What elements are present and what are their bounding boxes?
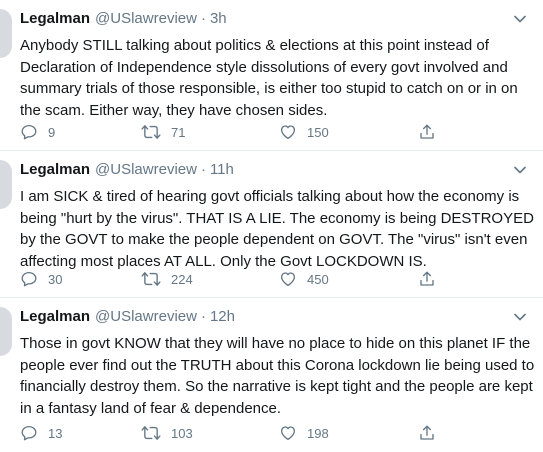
author-name[interactable]: Legalman — [20, 308, 90, 325]
heart-icon — [280, 125, 296, 140]
retweet-icon — [141, 125, 161, 139]
separator-dot: · — [200, 308, 206, 325]
tweet-timestamp[interactable]: 11h — [210, 161, 234, 178]
retweet-count: 103 — [171, 425, 193, 441]
retweet-count: 71 — [171, 124, 186, 140]
tweet-text: I am SICK & tired of hearing govt offici… — [20, 188, 534, 270]
like-count: 198 — [307, 425, 329, 441]
author-name[interactable]: Legalman — [20, 10, 90, 27]
tweet-actions: 13 103 198 — [20, 423, 440, 443]
like-count: 150 — [307, 124, 329, 140]
tweet-timestamp[interactable]: 12h — [210, 308, 235, 325]
tweet-menu-button[interactable] — [511, 310, 529, 324]
tweet[interactable]: Legalman @USlawreview · 11h I am SICK & … — [0, 151, 543, 298]
retweet-button[interactable]: 103 — [141, 424, 193, 442]
tweet-content: Legalman @USlawreview · 3h Anybody STILL… — [20, 10, 531, 121]
author-handle[interactable]: @USlawreview — [95, 10, 197, 27]
tweet-header: Legalman @USlawreview · 11h — [20, 161, 531, 183]
share-button[interactable] — [418, 270, 436, 288]
share-button[interactable] — [418, 424, 436, 442]
share-icon — [420, 124, 434, 139]
tweet[interactable]: Legalman @USlawreview · 3h Anybody STILL… — [0, 0, 543, 151]
avatar[interactable] — [0, 307, 12, 356]
reply-icon — [21, 425, 37, 441]
tweet-text: Anybody STILL talking about politics & e… — [20, 37, 518, 119]
tweet-actions: 30 224 450 — [20, 269, 440, 289]
like-button[interactable]: 198 — [279, 424, 329, 442]
retweet-button[interactable]: 224 — [141, 270, 193, 288]
heart-icon — [280, 426, 296, 441]
retweet-count: 224 — [171, 271, 193, 287]
tweet-header: Legalman @USlawreview · 12h — [20, 308, 531, 330]
timeline-feed: Legalman @USlawreview · 3h Anybody STILL… — [0, 0, 543, 452]
retweet-icon — [141, 272, 161, 286]
tweet[interactable]: Legalman @USlawreview · 12h Those in gov… — [0, 298, 543, 452]
tweet-text: Those in govt KNOW that they will have n… — [20, 335, 535, 417]
reply-button[interactable]: 9 — [20, 123, 55, 141]
share-button[interactable] — [418, 123, 436, 141]
retweet-button[interactable]: 71 — [141, 123, 185, 141]
chevron-down-icon — [514, 166, 526, 174]
author-name[interactable]: Legalman — [20, 161, 90, 178]
like-count: 450 — [307, 271, 329, 287]
tweet-header: Legalman @USlawreview · 3h — [20, 10, 531, 32]
author-handle[interactable]: @USlawreview — [95, 161, 197, 178]
reply-count: 9 — [48, 124, 56, 140]
tweet-actions: 9 71 150 — [20, 122, 440, 142]
reply-count: 30 — [48, 271, 63, 287]
tweet-timestamp[interactable]: 3h — [210, 10, 227, 27]
author-handle[interactable]: @USlawreview — [95, 308, 197, 325]
chevron-down-icon — [514, 313, 526, 321]
reply-button[interactable]: 13 — [20, 424, 62, 442]
share-icon — [420, 271, 434, 286]
reply-icon — [21, 124, 37, 140]
avatar[interactable] — [0, 160, 12, 209]
reply-button[interactable]: 30 — [20, 270, 62, 288]
tweet-content: Legalman @USlawreview · 11h I am SICK & … — [20, 161, 534, 272]
separator-dot: · — [200, 10, 206, 27]
chevron-down-icon — [514, 15, 526, 23]
share-icon — [420, 425, 434, 440]
tweet-menu-button[interactable] — [511, 163, 529, 177]
tweet-menu-button[interactable] — [511, 12, 529, 26]
retweet-icon — [141, 426, 161, 440]
reply-count: 13 — [48, 425, 63, 441]
heart-icon — [280, 272, 296, 287]
avatar[interactable] — [0, 9, 12, 58]
tweet-content: Legalman @USlawreview · 12h Those in gov… — [20, 308, 534, 419]
like-button[interactable]: 150 — [279, 123, 329, 141]
reply-icon — [21, 271, 37, 287]
separator-dot: · — [200, 161, 206, 178]
like-button[interactable]: 450 — [279, 270, 329, 288]
